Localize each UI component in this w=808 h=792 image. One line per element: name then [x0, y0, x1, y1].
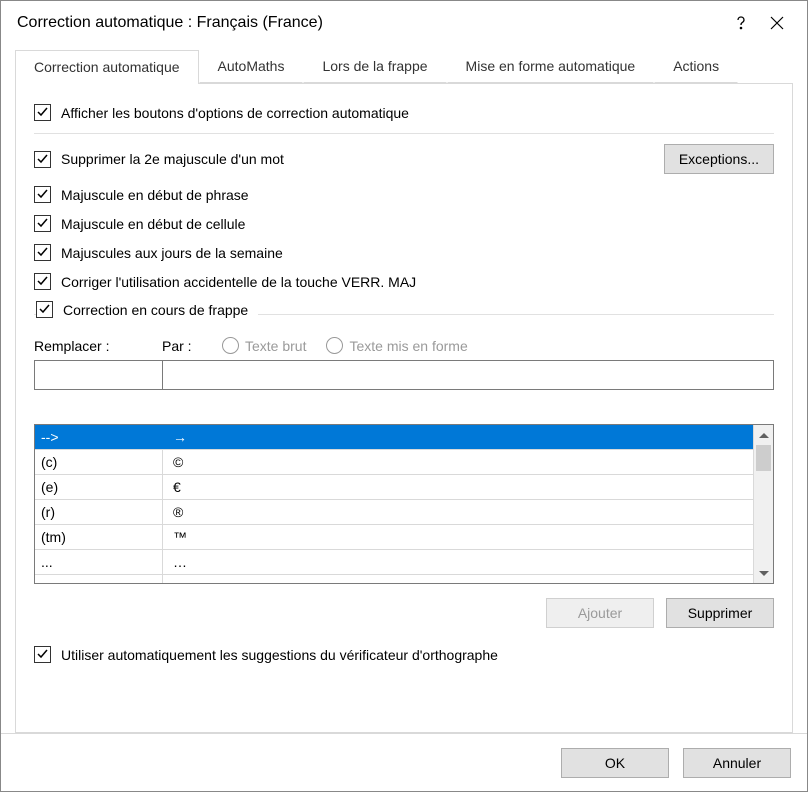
cell-from: :-( [35, 575, 163, 583]
dialog-content: Correction automatique AutoMaths Lors de… [1, 45, 807, 733]
option-use-spellcheck: Utiliser automatiquement les suggestions… [34, 646, 774, 663]
chevron-down-icon [759, 571, 769, 576]
cell-from: ... [35, 550, 163, 574]
tab-automaths[interactable]: AutoMaths [199, 49, 304, 83]
option-cap-days: Majuscules aux jours de la semaine [34, 244, 774, 261]
label-cap-cell: Majuscule en début de cellule [61, 216, 245, 232]
radio-formatted-text[interactable] [326, 337, 343, 354]
label-show-buttons: Afficher les boutons d'options de correc… [61, 105, 409, 121]
help-button[interactable] [723, 5, 759, 41]
checkbox-cap-cell[interactable] [34, 215, 51, 232]
replace-header: Remplacer : Par : Texte brut Texte mis e… [34, 337, 774, 354]
cancel-button[interactable]: Annuler [683, 748, 791, 778]
cell-to: ® [163, 500, 753, 524]
cell-to: … [163, 550, 753, 574]
close-button[interactable] [759, 5, 795, 41]
exceptions-button[interactable]: Exceptions... [664, 144, 774, 174]
tab-actions[interactable]: Actions [654, 49, 738, 83]
replace-inputs [34, 360, 774, 390]
label-cap-days: Majuscules aux jours de la semaine [61, 245, 283, 261]
label-use-spellcheck: Utiliser automatiquement les suggestions… [61, 647, 498, 663]
add-button[interactable]: Ajouter [546, 598, 654, 628]
checkbox-caps-lock[interactable] [34, 273, 51, 290]
cell-from: --> [35, 425, 163, 449]
option-second-cap: Supprimer la 2e majuscule d'un mot Excep… [34, 144, 774, 174]
cell-to: → [163, 425, 753, 449]
delete-button[interactable]: Supprimer [666, 598, 774, 628]
autocorrect-table: --> → (c) © (e) € (r) ® [34, 424, 774, 584]
radio-plain-text-label: Texte brut [245, 338, 306, 354]
table-row[interactable]: --> → [35, 425, 753, 450]
by-label: Par : [162, 338, 222, 354]
autocorrect-dialog: Correction automatique : Français (Franc… [0, 0, 808, 792]
tab-panel: Afficher les boutons d'options de correc… [15, 84, 793, 733]
cell-to: © [163, 450, 753, 474]
table-row[interactable]: (c) © [35, 450, 753, 475]
scroll-up-button[interactable] [754, 425, 773, 445]
scroll-thumb[interactable] [756, 445, 771, 471]
dialog-footer: OK Annuler [1, 733, 807, 791]
checkbox-cap-days[interactable] [34, 244, 51, 261]
cell-from: (r) [35, 500, 163, 524]
radio-plain-text-group: Texte brut [222, 337, 306, 354]
tab-bar: Correction automatique AutoMaths Lors de… [15, 49, 793, 84]
table-row[interactable]: :-( * [35, 575, 753, 583]
dialog-title: Correction automatique : Français (Franc… [17, 14, 723, 32]
option-caps-lock: Corriger l'utilisation accidentelle de l… [34, 273, 774, 290]
title-bar: Correction automatique : Français (Franc… [1, 1, 807, 45]
fieldset-border: Correction en cours de frappe [34, 314, 774, 315]
checkbox-use-spellcheck[interactable] [34, 646, 51, 663]
checkbox-cap-sentence[interactable] [34, 186, 51, 203]
label-second-cap: Supprimer la 2e majuscule d'un mot [61, 151, 284, 167]
checkbox-show-buttons[interactable] [34, 104, 51, 121]
checkbox-second-cap[interactable] [34, 151, 51, 168]
scrollbar[interactable] [753, 425, 773, 583]
replace-label: Remplacer : [34, 338, 162, 354]
tab-autoformat[interactable]: Mise en forme automatique [447, 49, 655, 83]
add-delete-row: Ajouter Supprimer [34, 598, 774, 628]
table-row[interactable]: (tm) ™ [35, 525, 753, 550]
cell-to: ™ [163, 525, 753, 549]
replace-section: Correction en cours de frappe Remplacer … [34, 314, 774, 663]
ok-button[interactable]: OK [561, 748, 669, 778]
table-row[interactable]: (r) ® [35, 500, 753, 525]
option-cap-sentence: Majuscule en début de phrase [34, 186, 774, 203]
radio-formatted-text-group: Texte mis en forme [326, 337, 467, 354]
cell-to: € [163, 475, 753, 499]
separator [34, 133, 774, 134]
chevron-up-icon [759, 433, 769, 438]
label-replace-as-type: Correction en cours de frappe [63, 302, 248, 318]
scroll-down-button[interactable] [754, 563, 773, 583]
checkbox-replace-as-type[interactable] [36, 301, 53, 318]
radio-plain-text[interactable] [222, 337, 239, 354]
table-body[interactable]: --> → (c) © (e) € (r) ® [35, 425, 753, 583]
cell-from: (c) [35, 450, 163, 474]
table-row[interactable]: (e) € [35, 475, 753, 500]
replace-input[interactable] [34, 360, 162, 390]
scroll-track[interactable] [754, 471, 773, 563]
option-cap-cell: Majuscule en début de cellule [34, 215, 774, 232]
tab-autocorrect[interactable]: Correction automatique [15, 50, 199, 84]
cell-from: (tm) [35, 525, 163, 549]
fieldset-legend: Correction en cours de frappe [36, 301, 258, 318]
table-row[interactable]: ... … [35, 550, 753, 575]
cell-to: * [163, 575, 753, 583]
cell-from: (e) [35, 475, 163, 499]
tab-as-you-type[interactable]: Lors de la frappe [303, 49, 446, 83]
with-input[interactable] [162, 360, 774, 390]
radio-formatted-text-label: Texte mis en forme [349, 338, 467, 354]
label-caps-lock: Corriger l'utilisation accidentelle de l… [61, 274, 416, 290]
label-cap-sentence: Majuscule en début de phrase [61, 187, 249, 203]
option-show-buttons: Afficher les boutons d'options de correc… [34, 104, 774, 121]
